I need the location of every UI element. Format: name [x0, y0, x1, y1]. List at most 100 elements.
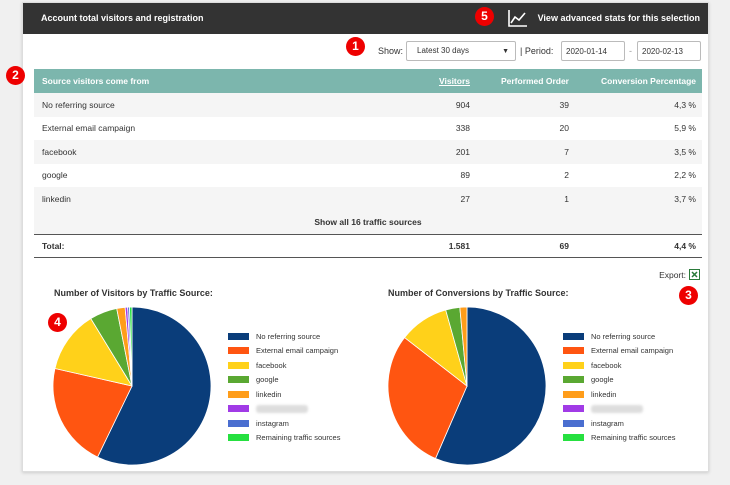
marker-3: 3: [679, 286, 698, 305]
legend-label-redacted: [256, 404, 308, 413]
legend-swatch: [228, 332, 249, 340]
date-from-input[interactable]: [561, 41, 625, 61]
table-row: External email campaign 338 20 5,9 %: [34, 117, 702, 141]
legend-item[interactable]: [563, 402, 675, 417]
marker-5: 5: [475, 7, 494, 26]
table-row: google 89 2 2,2 %: [34, 164, 702, 188]
legend-item[interactable]: instagram: [228, 416, 340, 431]
legend-swatch: [563, 376, 584, 384]
legend-label: linkedin: [591, 389, 617, 399]
legend-item[interactable]: instagram: [563, 416, 675, 431]
legend-item[interactable]: Remaining traffic sources: [563, 431, 675, 446]
date-separator: -: [629, 46, 632, 56]
chevron-down-icon: ▼: [502, 48, 509, 55]
date-to-input[interactable]: [637, 41, 701, 61]
legend-item[interactable]: Remaining traffic sources: [228, 431, 340, 446]
conversions-pie-chart: [387, 306, 547, 466]
advanced-stats-link[interactable]: View advanced stats for this selection: [538, 13, 700, 23]
cell-visitors: 904: [455, 99, 470, 110]
legend-label: Remaining traffic sources: [591, 433, 676, 443]
table-row: No referring source 904 39 4,3 %: [34, 93, 702, 117]
legend-label: No referring source: [256, 331, 321, 341]
legend-item[interactable]: google: [228, 373, 340, 388]
column-header-orders: Performed Order: [500, 76, 569, 86]
cell-orders: 39: [559, 99, 569, 110]
cell-orders: 1: [564, 193, 569, 204]
cell-visitors: 201: [455, 146, 470, 157]
marker-4: 4: [48, 313, 67, 332]
column-header-conversion: Conversion Percentage: [601, 76, 696, 86]
legend-swatch: [563, 347, 584, 355]
legend-swatch: [563, 405, 584, 413]
range-select[interactable]: Latest 30 days ▼: [406, 41, 516, 61]
visitors-chart-legend: No referring source External email campai…: [228, 329, 340, 445]
cell-source: External email campaign: [42, 123, 136, 134]
cell-source: linkedin: [42, 193, 71, 204]
show-all-sources-link[interactable]: Show all 16 traffic sources: [34, 210, 702, 234]
legend-label: google: [256, 375, 279, 385]
excel-icon[interactable]: [689, 269, 700, 280]
legend-label: instagram: [591, 418, 624, 428]
cell-visitors: 27: [460, 193, 470, 204]
legend-swatch: [563, 434, 584, 442]
legend-swatch: [563, 390, 584, 398]
total-visitors: 1.581: [448, 240, 470, 251]
table-total-row: Total: 1.581 69 4,4 %: [34, 233, 702, 258]
cell-conversion: 3,7 %: [674, 193, 696, 204]
legend-swatch: [228, 361, 249, 369]
cell-conversion: 3,5 %: [674, 146, 696, 157]
total-label: Total:: [42, 240, 65, 251]
marker-1: 1: [346, 37, 365, 56]
table-row: linkedin 27 1 3,7 %: [34, 187, 702, 211]
legend-swatch: [563, 332, 584, 340]
traffic-sources-table: Source visitors come from Visitors Perfo…: [34, 69, 702, 258]
filter-row: Show: Latest 30 days ▼ | Period: -: [23, 41, 708, 63]
export-button[interactable]: Export:: [659, 269, 700, 280]
total-orders: 69: [559, 240, 569, 251]
legend-item[interactable]: facebook: [228, 358, 340, 373]
legend-label: linkedin: [256, 389, 282, 399]
cell-visitors: 89: [460, 170, 470, 181]
legend-label: No referring source: [591, 331, 656, 341]
table-header-row: Source visitors come from Visitors Perfo…: [34, 69, 702, 93]
card-title: Account total visitors and registration: [41, 13, 204, 23]
legend-label: google: [591, 375, 614, 385]
legend-swatch: [228, 419, 249, 427]
cell-orders: 2: [564, 170, 569, 181]
table-row: facebook 201 7 3,5 %: [34, 140, 702, 164]
conversions-chart-legend: No referring source External email campai…: [563, 329, 675, 445]
legend-swatch: [228, 434, 249, 442]
legend-swatch: [228, 405, 249, 413]
legend-item[interactable]: External email campaign: [228, 344, 340, 359]
legend-item[interactable]: [228, 402, 340, 417]
legend-item[interactable]: facebook: [563, 358, 675, 373]
card-header: Account total visitors and registration …: [23, 3, 708, 34]
visitors-pie-chart: [52, 306, 212, 466]
column-header-source: Source visitors come from: [42, 76, 150, 86]
conversions-chart-title: Number of Conversions by Traffic Source:: [388, 288, 569, 298]
total-conversion: 4,4 %: [674, 240, 696, 251]
legend-label: instagram: [256, 418, 289, 428]
legend-item[interactable]: linkedin: [563, 387, 675, 402]
marker-2: 2: [6, 66, 25, 85]
legend-label-redacted: [591, 404, 643, 413]
legend-item[interactable]: External email campaign: [563, 344, 675, 359]
legend-label: facebook: [256, 360, 287, 370]
cell-source: facebook: [42, 146, 77, 157]
legend-item[interactable]: No referring source: [563, 329, 675, 344]
line-chart-icon[interactable]: [508, 9, 528, 27]
cell-conversion: 5,9 %: [674, 123, 696, 134]
legend-swatch: [563, 361, 584, 369]
legend-swatch: [228, 376, 249, 384]
legend-label: External email campaign: [591, 346, 674, 356]
legend-label: External email campaign: [256, 346, 339, 356]
cell-orders: 20: [559, 123, 569, 134]
cell-visitors: 338: [455, 123, 470, 134]
legend-item[interactable]: google: [563, 373, 675, 388]
cell-orders: 7: [564, 146, 569, 157]
column-header-visitors[interactable]: Visitors: [439, 76, 470, 86]
cell-source: google: [42, 170, 68, 181]
legend-item[interactable]: linkedin: [228, 387, 340, 402]
legend-item[interactable]: No referring source: [228, 329, 340, 344]
visitors-chart-title: Number of Visitors by Traffic Source:: [54, 288, 213, 298]
